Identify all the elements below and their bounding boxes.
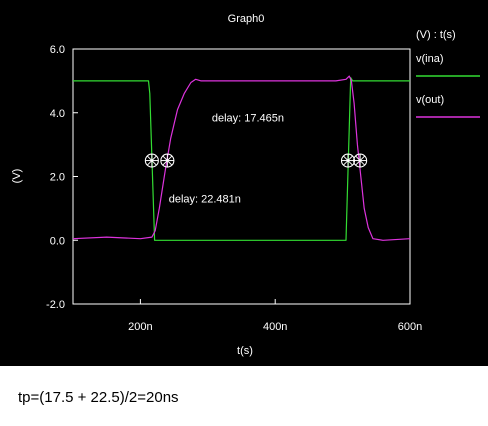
- delay-annotation: delay: 17.465n: [212, 113, 284, 125]
- x-axis-label: t(s): [237, 345, 253, 357]
- graph-panel: Graph0 -2.0 0.0 2.0 4.0 6.0 200n 400n 600n (V)…: [0, 0, 488, 366]
- y-tick-label: -2.0: [46, 299, 65, 311]
- x-tick-label: 200n: [128, 321, 152, 333]
- series-layer: [72, 75, 411, 241]
- chart-title: Graph0: [228, 13, 265, 25]
- y-tick-label: 4.0: [50, 108, 65, 120]
- plot-svg: Graph0 -2.0 0.0 2.0 4.0 6.0 200n 400n 600n (V)…: [11, 13, 480, 357]
- x-tick-label: 400n: [263, 321, 287, 333]
- legend: (V) : t(s) v(ina) v(out): [416, 29, 480, 118]
- cursor-marker: [353, 153, 368, 168]
- plot-frame: [72, 48, 411, 305]
- legend-header: (V) : t(s): [416, 29, 456, 41]
- legend-item: v(out): [416, 94, 480, 118]
- legend-items: v(ina) v(out): [416, 53, 480, 118]
- legend-label: v(out): [416, 94, 444, 106]
- cursor-marker: [340, 153, 356, 168]
- y-axis-label: (V): [11, 169, 23, 184]
- series-line-vout: [72, 75, 411, 241]
- y-tick-label: 2.0: [50, 172, 65, 184]
- cursor-marker: [160, 153, 175, 168]
- cursor-markers: [144, 153, 368, 168]
- annotations: delay: 17.465n delay: 22.481n: [169, 113, 284, 206]
- legend-item: v(ina): [416, 53, 480, 77]
- caption-text: tp=(17.5 + 22.5)/2=20ns: [18, 389, 179, 406]
- y-tick-label: 0.0: [50, 235, 65, 247]
- cursor-marker: [144, 153, 159, 168]
- delay-annotation: delay: 22.481n: [169, 194, 241, 206]
- legend-label: v(ina): [416, 53, 444, 65]
- x-tick-label: 600n: [398, 321, 422, 333]
- y-tick-label: 6.0: [50, 44, 65, 56]
